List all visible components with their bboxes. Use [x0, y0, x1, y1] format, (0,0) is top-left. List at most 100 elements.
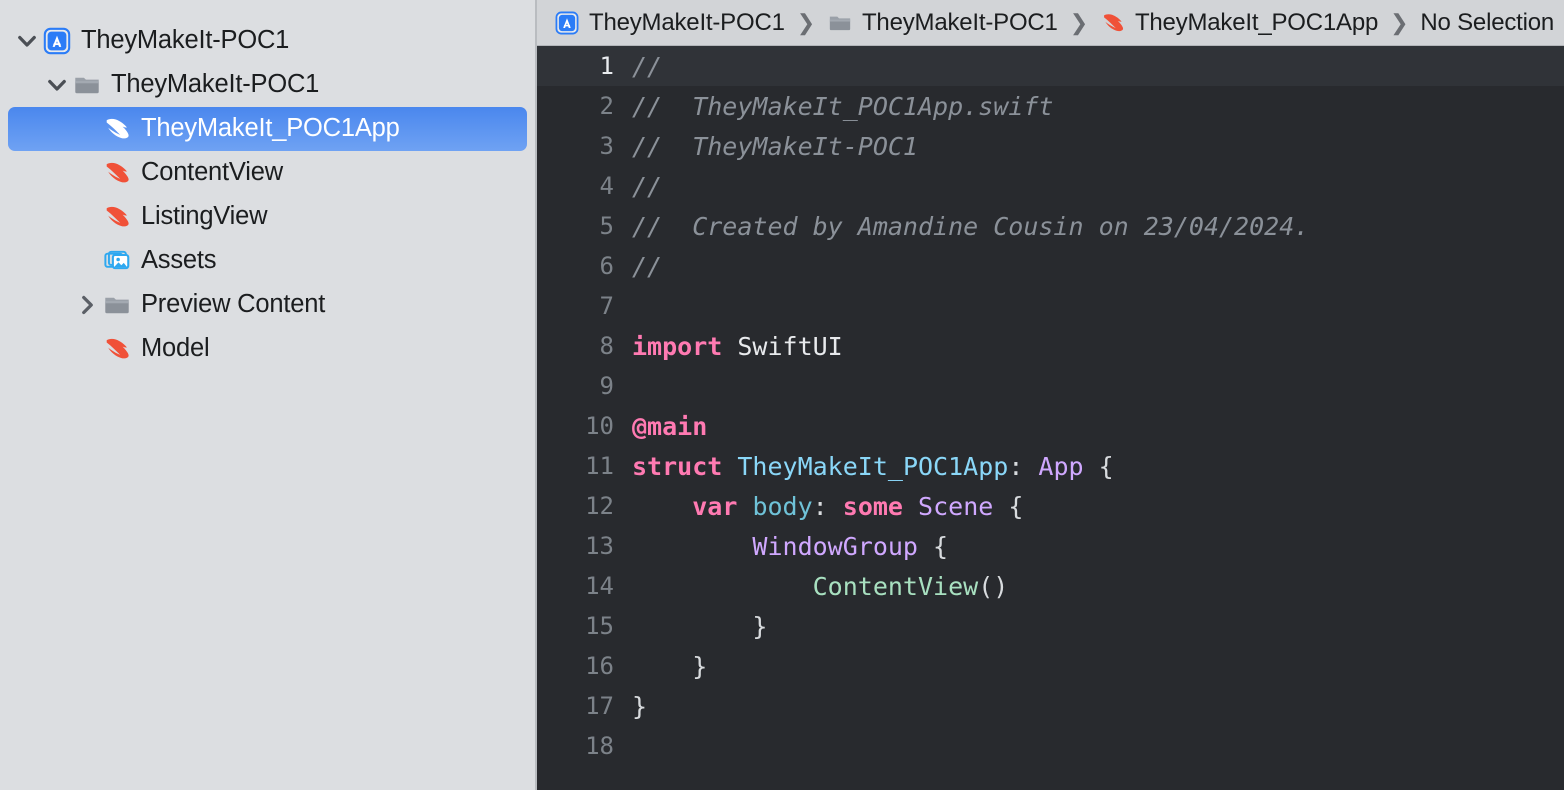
- code-token: :: [1008, 451, 1039, 481]
- breadcrumb-item-label: No Selection: [1420, 8, 1555, 36]
- line-number: 18: [585, 732, 614, 760]
- code-token: import: [632, 331, 723, 361]
- breadcrumb-separator: ❯: [1390, 9, 1409, 35]
- code-line[interactable]: 7: [537, 286, 1564, 326]
- line-content: // TheyMakeIt-POC1: [632, 134, 1564, 159]
- code-line[interactable]: 16 }: [537, 646, 1564, 686]
- chevron-down-icon[interactable]: [14, 26, 40, 56]
- project-navigator[interactable]: TheyMakeIt-POC1 TheyMakeIt-POC1 TheyMakeIt…: [0, 0, 535, 790]
- line-number: 12: [585, 492, 614, 520]
- swift-file-icon: [100, 334, 134, 364]
- code-token: }: [632, 651, 708, 681]
- folder-icon: [102, 290, 132, 320]
- code-line[interactable]: 18: [537, 726, 1564, 766]
- code-line[interactable]: 11 struct TheyMakeIt_POC1App: App {: [537, 446, 1564, 486]
- code-token: //: [632, 171, 663, 201]
- assets-catalog-icon: [102, 246, 132, 276]
- breadcrumb-item-theymakeit-poc1[interactable]: TheyMakeIt-POC1: [551, 8, 788, 38]
- breadcrumb-item-theymakeit-poc1app[interactable]: TheyMakeIt_POC1App: [1097, 8, 1381, 38]
- swift-file-icon: [1100, 10, 1126, 36]
- line-content: @main: [632, 414, 1564, 439]
- breadcrumb[interactable]: TheyMakeIt-POC1 ❯ TheyMakeIt-POC1 ❯ TheyMake…: [537, 0, 1564, 46]
- code-token: // TheyMakeIt-POC1: [632, 131, 918, 161]
- line-number: 6: [599, 252, 614, 280]
- navigator-item-label: TheyMakeIt-POC1: [81, 26, 290, 55]
- line-number: 1: [599, 52, 614, 80]
- line-content: var body: some Scene {: [632, 494, 1564, 519]
- code-line[interactable]: 10 @main: [537, 406, 1564, 446]
- code-line[interactable]: 5 // Created by Amandine Cousin on 23/04/…: [537, 206, 1564, 246]
- xcode-window: TheyMakeIt-POC1 TheyMakeIt-POC1 TheyMakeIt…: [0, 0, 1564, 790]
- navigator-item-label: ListingView: [141, 202, 268, 231]
- line-number: 7: [599, 292, 614, 320]
- chevron-right-icon[interactable]: [74, 290, 100, 320]
- navigator-item-label: TheyMakeIt-POC1: [111, 70, 320, 99]
- breadcrumb-item-no-selection[interactable]: No Selection: [1417, 9, 1557, 37]
- navigator-item-listingview[interactable]: ListingView: [8, 195, 527, 239]
- navigator-item-theymakeit-poc1[interactable]: TheyMakeIt-POC1: [8, 19, 527, 63]
- navigator-item-contentview[interactable]: ContentView: [8, 151, 527, 195]
- code-token: some: [842, 491, 903, 521]
- breadcrumb-item-label: TheyMakeIt-POC1: [589, 8, 785, 36]
- line-number: 3: [599, 132, 614, 160]
- navigator-item-theymakeit-poc1app[interactable]: TheyMakeIt_POC1App: [8, 107, 527, 151]
- line-number: 9: [599, 372, 614, 400]
- code-token: @main: [632, 411, 708, 441]
- line-content: ContentView(): [632, 574, 1564, 599]
- code-line[interactable]: 14 ContentView(): [537, 566, 1564, 606]
- navigator-item-assets[interactable]: Assets: [8, 239, 527, 283]
- navigator-item-label: TheyMakeIt_POC1App: [141, 114, 400, 143]
- code-token: TheyMakeIt_POC1App: [737, 451, 1009, 481]
- xcode-project-icon: [554, 10, 580, 36]
- code-token: {: [1083, 451, 1114, 481]
- code-token: //: [632, 51, 663, 81]
- code-line[interactable]: 17}: [537, 686, 1564, 726]
- chevron-right-icon: [72, 290, 102, 320]
- breadcrumb-item-label: TheyMakeIt-POC1: [861, 8, 1058, 36]
- breadcrumb-item-theymakeit-poc1[interactable]: TheyMakeIt-POC1: [824, 8, 1061, 38]
- code-token: App: [1038, 451, 1084, 481]
- code-line[interactable]: 9: [537, 366, 1564, 406]
- line-content: }: [632, 694, 1564, 719]
- chevron-down-icon[interactable]: [44, 70, 70, 100]
- line-number: 16: [585, 652, 614, 680]
- breadcrumb-separator: ❯: [1069, 9, 1088, 35]
- navigator-item-model[interactable]: Model: [8, 327, 527, 371]
- code-line[interactable]: 8 import SwiftUI: [537, 326, 1564, 366]
- code-token: SwiftUI: [722, 331, 843, 361]
- swift-file-icon: [100, 114, 134, 144]
- code-line[interactable]: 3 // TheyMakeIt-POC1: [537, 126, 1564, 166]
- xcode-project-icon: [42, 26, 72, 56]
- code-token: }: [632, 691, 648, 721]
- swift-file-icon: [102, 334, 132, 364]
- line-number: 13: [585, 532, 614, 560]
- code-token: :: [812, 491, 843, 521]
- line-content: //: [632, 174, 1564, 199]
- line-number: 14: [585, 572, 614, 600]
- code-line[interactable]: 4 //: [537, 166, 1564, 206]
- code-editor[interactable]: 1 // 2 // TheyMakeIt_POC1App.swift 3 // TheyM…: [537, 46, 1564, 790]
- folder-icon: [70, 70, 104, 100]
- line-number: 2: [599, 92, 614, 120]
- code-line[interactable]: 12 var body: some Scene {: [537, 486, 1564, 526]
- line-content: }: [632, 654, 1564, 679]
- code-line[interactable]: 2 // TheyMakeIt_POC1App.swift: [537, 86, 1564, 126]
- assets-catalog-icon: [100, 246, 134, 276]
- code-line[interactable]: 1 //: [537, 46, 1564, 86]
- navigator-item-preview-content[interactable]: Preview Content: [8, 283, 527, 327]
- code-line[interactable]: 13 WindowGroup {: [537, 526, 1564, 566]
- line-content: }: [632, 614, 1564, 639]
- swift-file-icon: [102, 114, 132, 144]
- folder-icon: [72, 70, 102, 100]
- breadcrumb-separator: ❯: [796, 9, 815, 35]
- swift-file-icon: [100, 158, 134, 188]
- code-line[interactable]: 15 }: [537, 606, 1564, 646]
- line-content: //: [632, 254, 1564, 279]
- code-token: WindowGroup: [752, 531, 918, 561]
- navigator-item-theymakeit-poc1[interactable]: TheyMakeIt-POC1: [8, 63, 527, 107]
- code-line[interactable]: 6 //: [537, 246, 1564, 286]
- line-number: 11: [585, 452, 614, 480]
